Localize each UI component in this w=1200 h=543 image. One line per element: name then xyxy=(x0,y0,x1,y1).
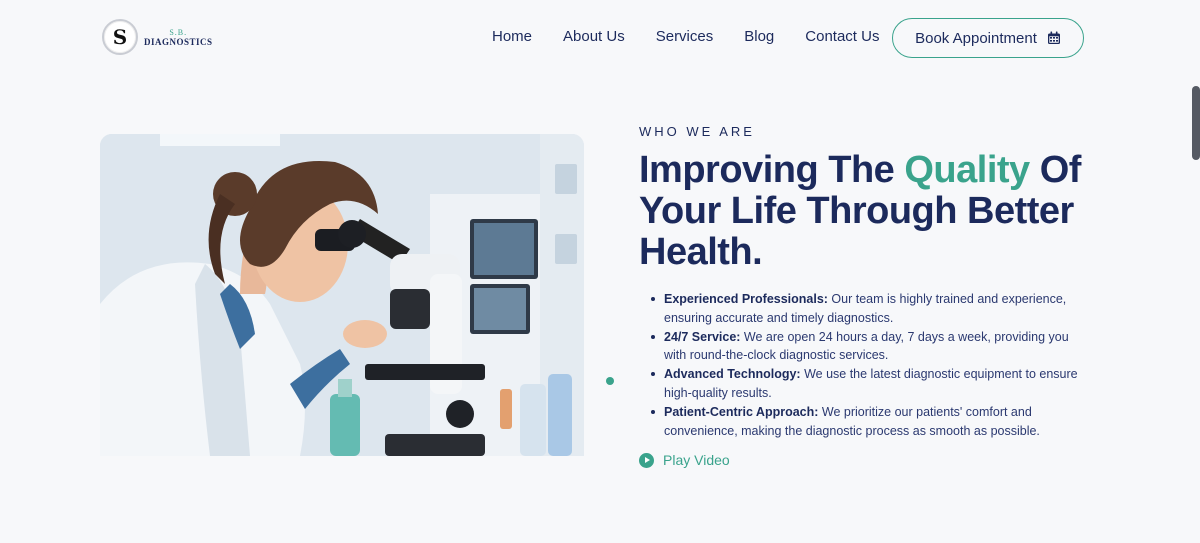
nav-home[interactable]: Home xyxy=(492,28,532,45)
logo-mark: S xyxy=(102,19,138,55)
feature-item-patient-centric-approach: Patient-Centric Approach: We prioritize … xyxy=(651,403,1091,441)
nav-services[interactable]: Services xyxy=(656,28,714,45)
feature-title: 24/7 Service: xyxy=(664,329,741,344)
nav-about-us[interactable]: About Us xyxy=(563,28,625,45)
feature-item-experienced-professionals: Experienced Professionals: Our team is h… xyxy=(651,290,1091,328)
feature-title: Advanced Technology: xyxy=(664,367,801,382)
play-video-button[interactable]: Play Video xyxy=(639,452,730,468)
feature-title: Experienced Professionals: xyxy=(664,292,828,306)
site-header: S S.B. DIAGNOSTICS Home About Us Service… xyxy=(0,0,1200,76)
play-circle-icon xyxy=(639,452,654,468)
page: S S.B. DIAGNOSTICS Home About Us Service… xyxy=(0,0,1200,543)
logo-bottom-text: DIAGNOSTICS xyxy=(144,36,213,47)
hero-image-scientist-microscope xyxy=(100,134,584,456)
play-video-label: Play Video xyxy=(663,452,730,468)
lab-illustration xyxy=(100,134,584,456)
book-appointment-label: Book Appointment xyxy=(915,29,1037,47)
feature-list: Experienced Professionals: Our team is h… xyxy=(651,290,1091,440)
nav-contact-us[interactable]: Contact Us xyxy=(805,28,879,45)
headline-part-1: Improving The xyxy=(639,149,905,191)
headline-accent: Quality xyxy=(904,149,1030,191)
site-logo[interactable]: S S.B. DIAGNOSTICS xyxy=(102,19,213,55)
decorative-dot xyxy=(606,377,614,385)
feature-item-24-7-service: 24/7 Service: We are open 24 hours a day… xyxy=(651,328,1091,366)
page-scrollbar[interactable] xyxy=(1192,86,1200,160)
logo-top-text: S.B. xyxy=(169,27,188,37)
feature-item-advanced-technology: Advanced Technology: We use the latest d… xyxy=(651,365,1091,403)
section-eyebrow: WHO WE ARE xyxy=(639,124,755,139)
logo-text: S.B. DIAGNOSTICS xyxy=(144,28,213,47)
main-nav: Home About Us Services Blog Contact Us xyxy=(492,28,879,45)
calendar-icon xyxy=(1047,31,1060,44)
feature-title: Patient-Centric Approach: xyxy=(664,404,819,419)
hero-headline: Improving The Quality Of Your Life Throu… xyxy=(639,150,1099,273)
book-appointment-button[interactable]: Book Appointment xyxy=(892,18,1084,58)
nav-blog[interactable]: Blog xyxy=(744,28,774,45)
